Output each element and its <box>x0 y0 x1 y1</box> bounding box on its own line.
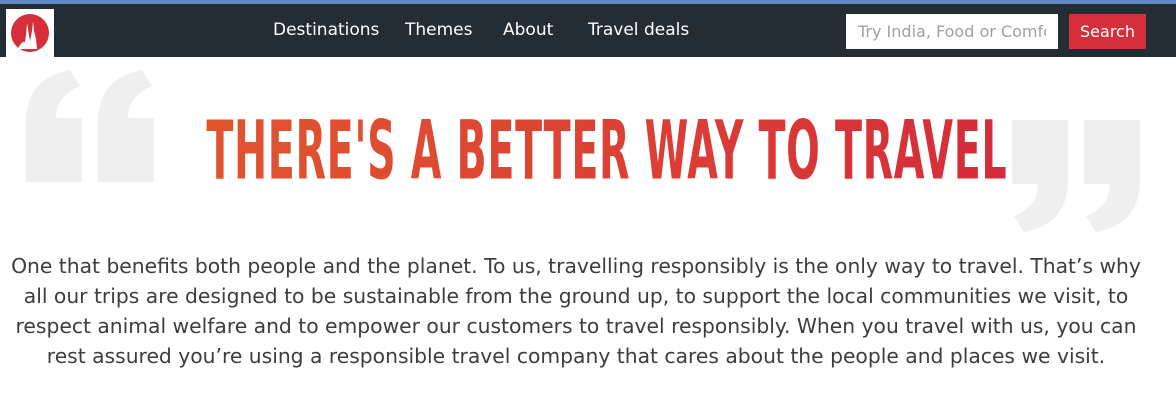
search-button[interactable]: Search <box>1069 14 1146 49</box>
brand-logo-icon[interactable] <box>6 9 54 57</box>
top-navbar: Destinations Themes About Travel deals S… <box>0 4 1176 57</box>
hero-headline: THERE'S A BETTER WAY TO TRAVEL <box>0 104 1176 199</box>
search-input[interactable] <box>846 14 1058 49</box>
nav-link-destinations[interactable]: Destinations <box>273 20 379 40</box>
nav-link-travel-deals[interactable]: Travel deals <box>588 20 689 40</box>
nav-link-themes[interactable]: Themes <box>405 20 473 40</box>
hero-headline-text: THERE'S A BETTER WAY TO TRAVEL <box>206 104 1008 199</box>
nav-link-about[interactable]: About <box>503 20 553 40</box>
hero-description: One that benefits both people and the pl… <box>11 254 1141 368</box>
